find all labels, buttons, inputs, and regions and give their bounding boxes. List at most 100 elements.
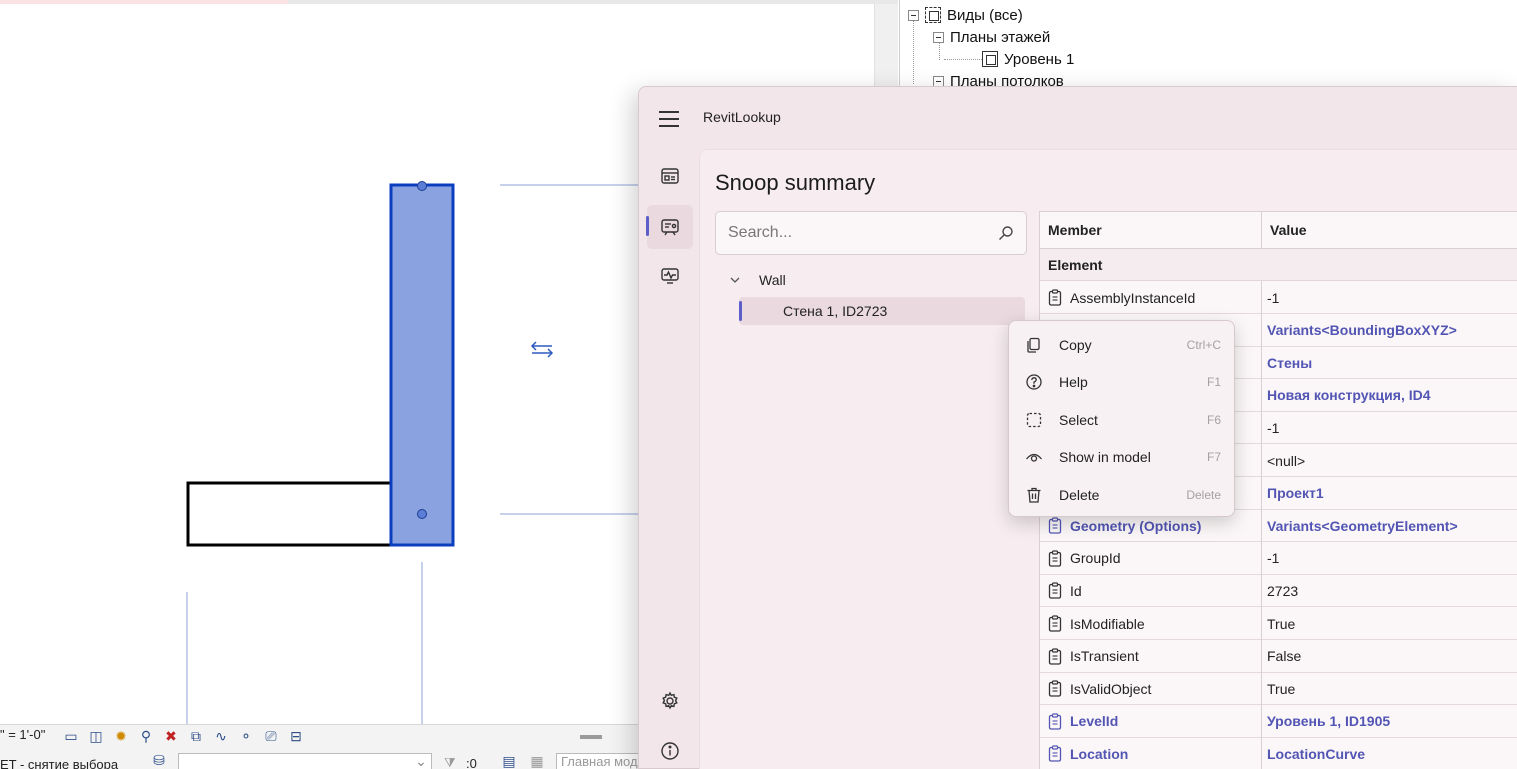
- reveal-hidden-icon[interactable]: ⚬: [237, 728, 255, 744]
- menu-item-show-in-model[interactable]: Show in model F7: [1015, 440, 1229, 474]
- value-cell[interactable]: True: [1262, 607, 1517, 640]
- gear-icon: [662, 691, 678, 710]
- table-row[interactable]: LevelId Уровень 1, ID1905: [1040, 704, 1517, 738]
- collapse-icon[interactable]: [933, 75, 944, 87]
- member-name: IsModifiable: [1070, 615, 1145, 632]
- member-cell[interactable]: GroupId: [1040, 541, 1262, 575]
- chevron-down-icon[interactable]: [729, 274, 741, 286]
- workset-dropdown[interactable]: [178, 753, 432, 769]
- value-cell[interactable]: Variants<BoundingBoxXYZ>: [1262, 314, 1517, 347]
- hamburger-menu-icon[interactable]: [659, 111, 679, 127]
- temporary-view-properties-icon[interactable]: ⎚: [262, 728, 280, 744]
- status-bar: " = 1'-0" ▭ ◫ ✹ ⚲ ✖ ⧉ ∿ ⚬ ⎚ ⊟ ET - сняти…: [0, 724, 640, 769]
- column-header-member[interactable]: Member: [1040, 212, 1262, 249]
- value-cell[interactable]: 2723: [1262, 574, 1517, 607]
- filter-icon[interactable]: ⧩: [444, 755, 456, 769]
- table-row[interactable]: Location LocationCurve: [1040, 737, 1517, 769]
- tree-item-floor-plans[interactable]: Планы этажей: [933, 26, 1050, 48]
- select-icon: [1026, 412, 1042, 428]
- member-cell[interactable]: IsTransient: [1040, 639, 1262, 673]
- tree-item-views[interactable]: Виды (все): [908, 4, 1023, 26]
- member-cell[interactable]: LevelId: [1040, 704, 1262, 738]
- value-cell[interactable]: Стены: [1262, 346, 1517, 379]
- tree-item-label: Виды (все): [947, 6, 1023, 24]
- design-options-icon[interactable]: ▤: [500, 753, 518, 769]
- table-row[interactable]: AssemblyInstanceId -1: [1040, 281, 1517, 314]
- selection-count: :0: [466, 756, 477, 769]
- table-row[interactable]: IsValidObject True: [1040, 672, 1517, 706]
- scale-label[interactable]: " = 1'-0": [0, 727, 45, 742]
- menu-item-label: Show in model: [1059, 449, 1151, 465]
- value-cell[interactable]: -1: [1262, 411, 1517, 444]
- detail-level-icon[interactable]: ▭: [62, 728, 80, 744]
- analytical-model-icon[interactable]: ⊟: [287, 728, 305, 744]
- worksets-icon[interactable]: ⛁: [150, 752, 168, 768]
- status-text: ET - снятие выбора: [0, 757, 119, 769]
- search-box[interactable]: [715, 211, 1027, 255]
- table-row[interactable]: IsTransient False: [1040, 639, 1517, 673]
- column-header-value[interactable]: Value: [1262, 212, 1307, 249]
- nav-about-button[interactable]: [647, 729, 693, 769]
- menu-item-label: Delete: [1059, 487, 1100, 503]
- nav-dashboard-button[interactable]: [647, 154, 693, 198]
- flip-arrows-icon[interactable]: [530, 341, 554, 358]
- search-icon[interactable]: [998, 225, 1014, 241]
- horizontal-scroll-thumb[interactable]: [580, 735, 602, 739]
- value-cell[interactable]: -1: [1262, 281, 1517, 314]
- menu-item-delete[interactable]: Delete Delete: [1015, 478, 1229, 512]
- shadows-icon[interactable]: ⚲: [137, 728, 155, 744]
- member-name: IsTransient: [1070, 648, 1139, 665]
- tree-node-wall[interactable]: Wall: [729, 266, 786, 294]
- member-cell[interactable]: AssemblyInstanceId: [1040, 281, 1262, 314]
- value-cell[interactable]: Проект1: [1262, 477, 1517, 510]
- design-option-dropdown[interactable]: Главная модель: [556, 753, 640, 769]
- menu-item-select[interactable]: Select F6: [1015, 403, 1229, 437]
- collapse-icon[interactable]: [933, 31, 944, 43]
- floor-plan-icon: [982, 51, 998, 67]
- value-cell[interactable]: Новая конструкция, ID4: [1262, 379, 1517, 412]
- value-cell[interactable]: LocationCurve: [1262, 737, 1517, 769]
- tree-item-level1[interactable]: Уровень 1: [982, 48, 1074, 70]
- collapse-icon[interactable]: [908, 9, 919, 21]
- member-cell[interactable]: Id: [1040, 574, 1262, 608]
- clipboard-icon: [1048, 517, 1062, 534]
- nav-events-button[interactable]: [647, 254, 693, 298]
- member-cell[interactable]: IsValidObject: [1040, 672, 1262, 706]
- search-input[interactable]: [728, 221, 978, 245]
- temporary-hide-icon[interactable]: ∿: [212, 728, 230, 744]
- value-cell[interactable]: Variants<GeometryElement>: [1262, 509, 1517, 542]
- wall-end-grip-bottom[interactable]: [417, 509, 427, 519]
- visual-style-icon[interactable]: ◫: [87, 728, 105, 744]
- clipboard-icon: [1048, 289, 1062, 306]
- member-name: IsValidObject: [1070, 680, 1152, 697]
- nav-settings-button[interactable]: [647, 679, 693, 723]
- page-title: Snoop summary: [715, 170, 876, 195]
- menu-item-help[interactable]: Help F1: [1015, 365, 1229, 399]
- tree-node-wall-instance[interactable]: Стена 1, ID2723: [739, 297, 1025, 325]
- sun-path-icon[interactable]: ✹: [112, 728, 130, 744]
- monitor-pulse-icon: [661, 268, 679, 284]
- value-cell[interactable]: False: [1262, 640, 1517, 673]
- member-name: Geometry (Options): [1070, 517, 1202, 534]
- clipboard-icon: [1048, 745, 1062, 763]
- value-cell[interactable]: True: [1262, 672, 1517, 705]
- nav-snoop-summary-button[interactable]: [647, 205, 693, 249]
- wall-horizontal[interactable]: [186, 481, 394, 547]
- table-row[interactable]: Id 2723: [1040, 574, 1517, 608]
- editable-only-icon[interactable]: ▦: [528, 753, 546, 769]
- show-crop-icon[interactable]: ⧉: [187, 728, 205, 744]
- wall-end-grip-top[interactable]: [417, 181, 427, 191]
- table-row[interactable]: GroupId -1: [1040, 541, 1517, 575]
- chevron-down-icon[interactable]: ⌄: [412, 753, 430, 769]
- member-cell[interactable]: IsModifiable: [1040, 607, 1262, 640]
- menu-item-copy[interactable]: Copy Ctrl+C: [1015, 328, 1229, 362]
- value-cell[interactable]: -1: [1262, 542, 1517, 575]
- value-cell[interactable]: Уровень 1, ID1905: [1262, 705, 1517, 738]
- value-cell[interactable]: <null>: [1262, 444, 1517, 477]
- member-cell[interactable]: Location: [1040, 737, 1262, 769]
- crop-view-icon[interactable]: ✖: [162, 728, 180, 744]
- group-header-element[interactable]: Element: [1040, 249, 1517, 281]
- snoop-summary-icon: [661, 219, 679, 236]
- wall-selected[interactable]: [389, 183, 455, 547]
- table-row[interactable]: IsModifiable True: [1040, 607, 1517, 640]
